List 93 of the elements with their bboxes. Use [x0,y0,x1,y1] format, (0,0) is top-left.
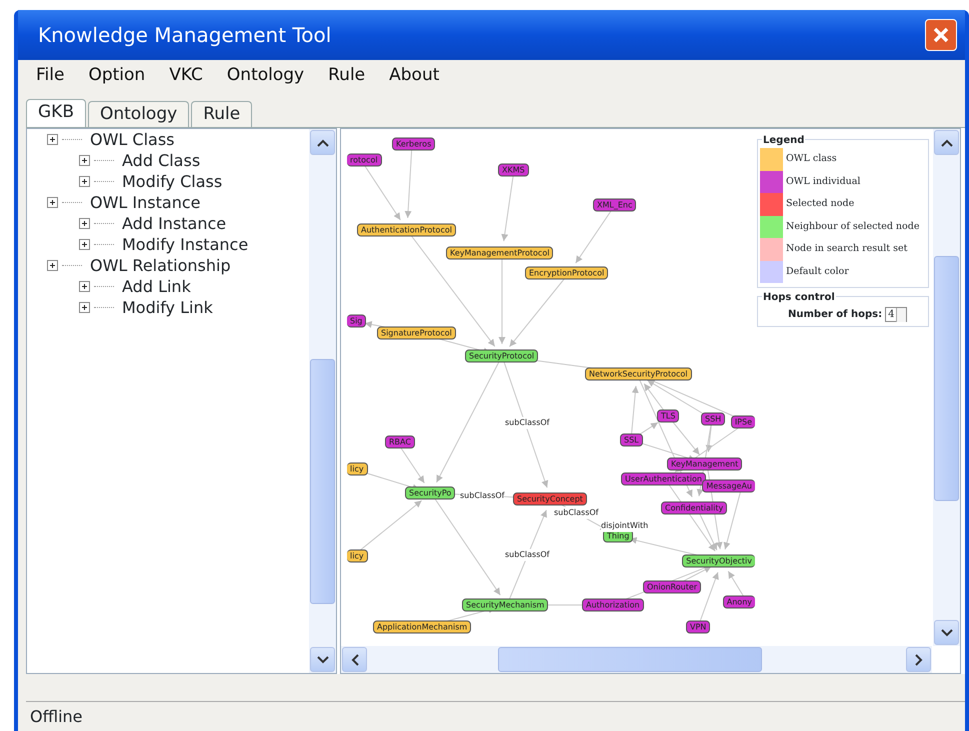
tree-item[interactable]: OWL Relationship [90,255,231,276]
graph-node[interactable]: Authorization [582,598,644,612]
legend-label: Neighbour of selected node [786,220,920,234]
scrollbar-thumb[interactable] [934,256,959,501]
graph-node[interactable]: OnionRouter [643,580,702,594]
graph-node[interactable]: SSL [620,434,643,446]
expand-icon[interactable] [79,218,90,229]
graph-node[interactable]: licy [347,550,368,562]
expand-icon[interactable] [79,281,90,292]
graph-node[interactable]: XML_Enc [593,198,636,212]
scroll-up-button[interactable] [310,130,335,155]
edge-label: subClassOf [505,417,550,429]
scroll-down-button[interactable] [310,647,335,672]
tree-item[interactable]: Modify Link [122,297,213,318]
vertical-scrollbar[interactable] [933,129,960,646]
tab[interactable]: Ontology [88,101,190,127]
graph-node[interactable]: KeyManagement [667,458,742,470]
close-icon [932,26,950,44]
scroll-up-button[interactable] [934,130,959,155]
legend-label: Default color [786,264,849,279]
hops-label: Number of hops: [788,308,882,322]
graph-node[interactable]: ApplicationMechanism [373,620,472,634]
graph-node[interactable]: SecurityMechanism [462,598,548,612]
tab[interactable]: GKB [26,99,86,127]
expand-icon[interactable] [47,134,58,145]
graph-node[interactable]: VPN [686,620,710,634]
graph-node[interactable]: SSH [701,412,726,426]
menu-item[interactable]: VKC [157,63,215,89]
expand-icon[interactable] [47,260,58,271]
legend-label: OWL individual [786,174,860,189]
tree-item[interactable]: Add Class [122,150,200,171]
tree-item[interactable]: Modify Instance [122,234,248,255]
scrollbar-thumb[interactable] [498,647,762,672]
chevron-left-icon [350,654,358,666]
graph-node[interactable]: IPSe [730,416,755,428]
scrollbar-thumb[interactable] [310,358,335,604]
graph-node[interactable]: Confidentiality [661,502,728,514]
expand-icon[interactable] [79,239,90,250]
graph-node[interactable]: SecurityConcept [513,492,587,506]
graph-node[interactable]: SignatureProtocol [377,326,456,340]
graph-node[interactable]: SecurityProtocol [465,350,538,362]
graph-node[interactable]: UserAuthentication [621,472,706,486]
hops-title: Hops control [762,290,836,305]
tree-item[interactable]: Add Instance [122,213,226,234]
menu-item[interactable]: Ontology [214,63,316,89]
graph-node[interactable]: EncryptionProtocol [525,266,608,280]
graph-node[interactable]: licy [347,462,368,476]
legend-label: OWL class [786,152,837,166]
vertical-scrollbar[interactable] [309,129,336,673]
edge-label: disjointWith [601,520,648,532]
scroll-down-button[interactable] [934,620,959,645]
tree-item[interactable]: OWL Class [90,129,175,150]
legend-title: Legend [762,133,806,148]
graph-node[interactable]: KeyManagementProtocol [446,246,554,260]
tab[interactable]: Rule [191,101,252,127]
graph-node[interactable]: AuthenticationProtocol [357,224,456,236]
tree-item[interactable]: Modify Class [122,171,222,192]
horizontal-scrollbar[interactable] [341,646,932,673]
chevron-up-icon [940,138,952,146]
graph-node[interactable]: MessageAu [702,480,755,492]
tree-item[interactable]: OWL Instance [90,192,200,213]
graph-node[interactable]: SecurityObjectiv [682,554,755,568]
legend-label: Selected node [786,197,854,212]
edge-label: subClassOf [505,549,550,561]
graph-node[interactable]: TLS [657,410,680,422]
chevron-right-icon [914,654,922,666]
chevron-down-icon [316,656,328,664]
graph-node[interactable]: NetworkSecurityProtocol [585,368,692,380]
graph-node[interactable]: XKMS [498,164,529,176]
graph-node[interactable]: RBAC [385,436,415,448]
graph-node[interactable]: Sig [347,314,366,328]
expand-icon[interactable] [79,302,90,313]
menu-item[interactable]: File [24,63,76,89]
menu-item[interactable]: Rule [316,63,378,89]
menu-item[interactable]: Option [76,63,158,89]
scroll-left-button[interactable] [342,647,367,672]
graph-node[interactable]: Anony [722,596,755,608]
hops-spinner[interactable]: 4 [885,307,908,322]
menu-item[interactable]: About [377,63,452,89]
graph-node[interactable]: rotocol [347,154,382,166]
chevron-up-icon [316,138,328,146]
tree-item[interactable]: Add Link [122,276,191,297]
scroll-right-button[interactable] [906,647,931,672]
expand-icon[interactable] [79,155,90,166]
expand-icon[interactable] [79,176,90,187]
close-button[interactable] [925,19,957,51]
window-title: Knowledge Management Tool [38,22,332,49]
graph-node[interactable]: Kerberos [392,138,436,150]
graph-node[interactable]: SecurityPo [405,486,456,500]
expand-icon[interactable] [47,197,58,208]
chevron-down-icon [940,628,952,636]
edge-label: subClassOf [554,507,598,519]
legend-label: Node in search result set [786,242,908,256]
